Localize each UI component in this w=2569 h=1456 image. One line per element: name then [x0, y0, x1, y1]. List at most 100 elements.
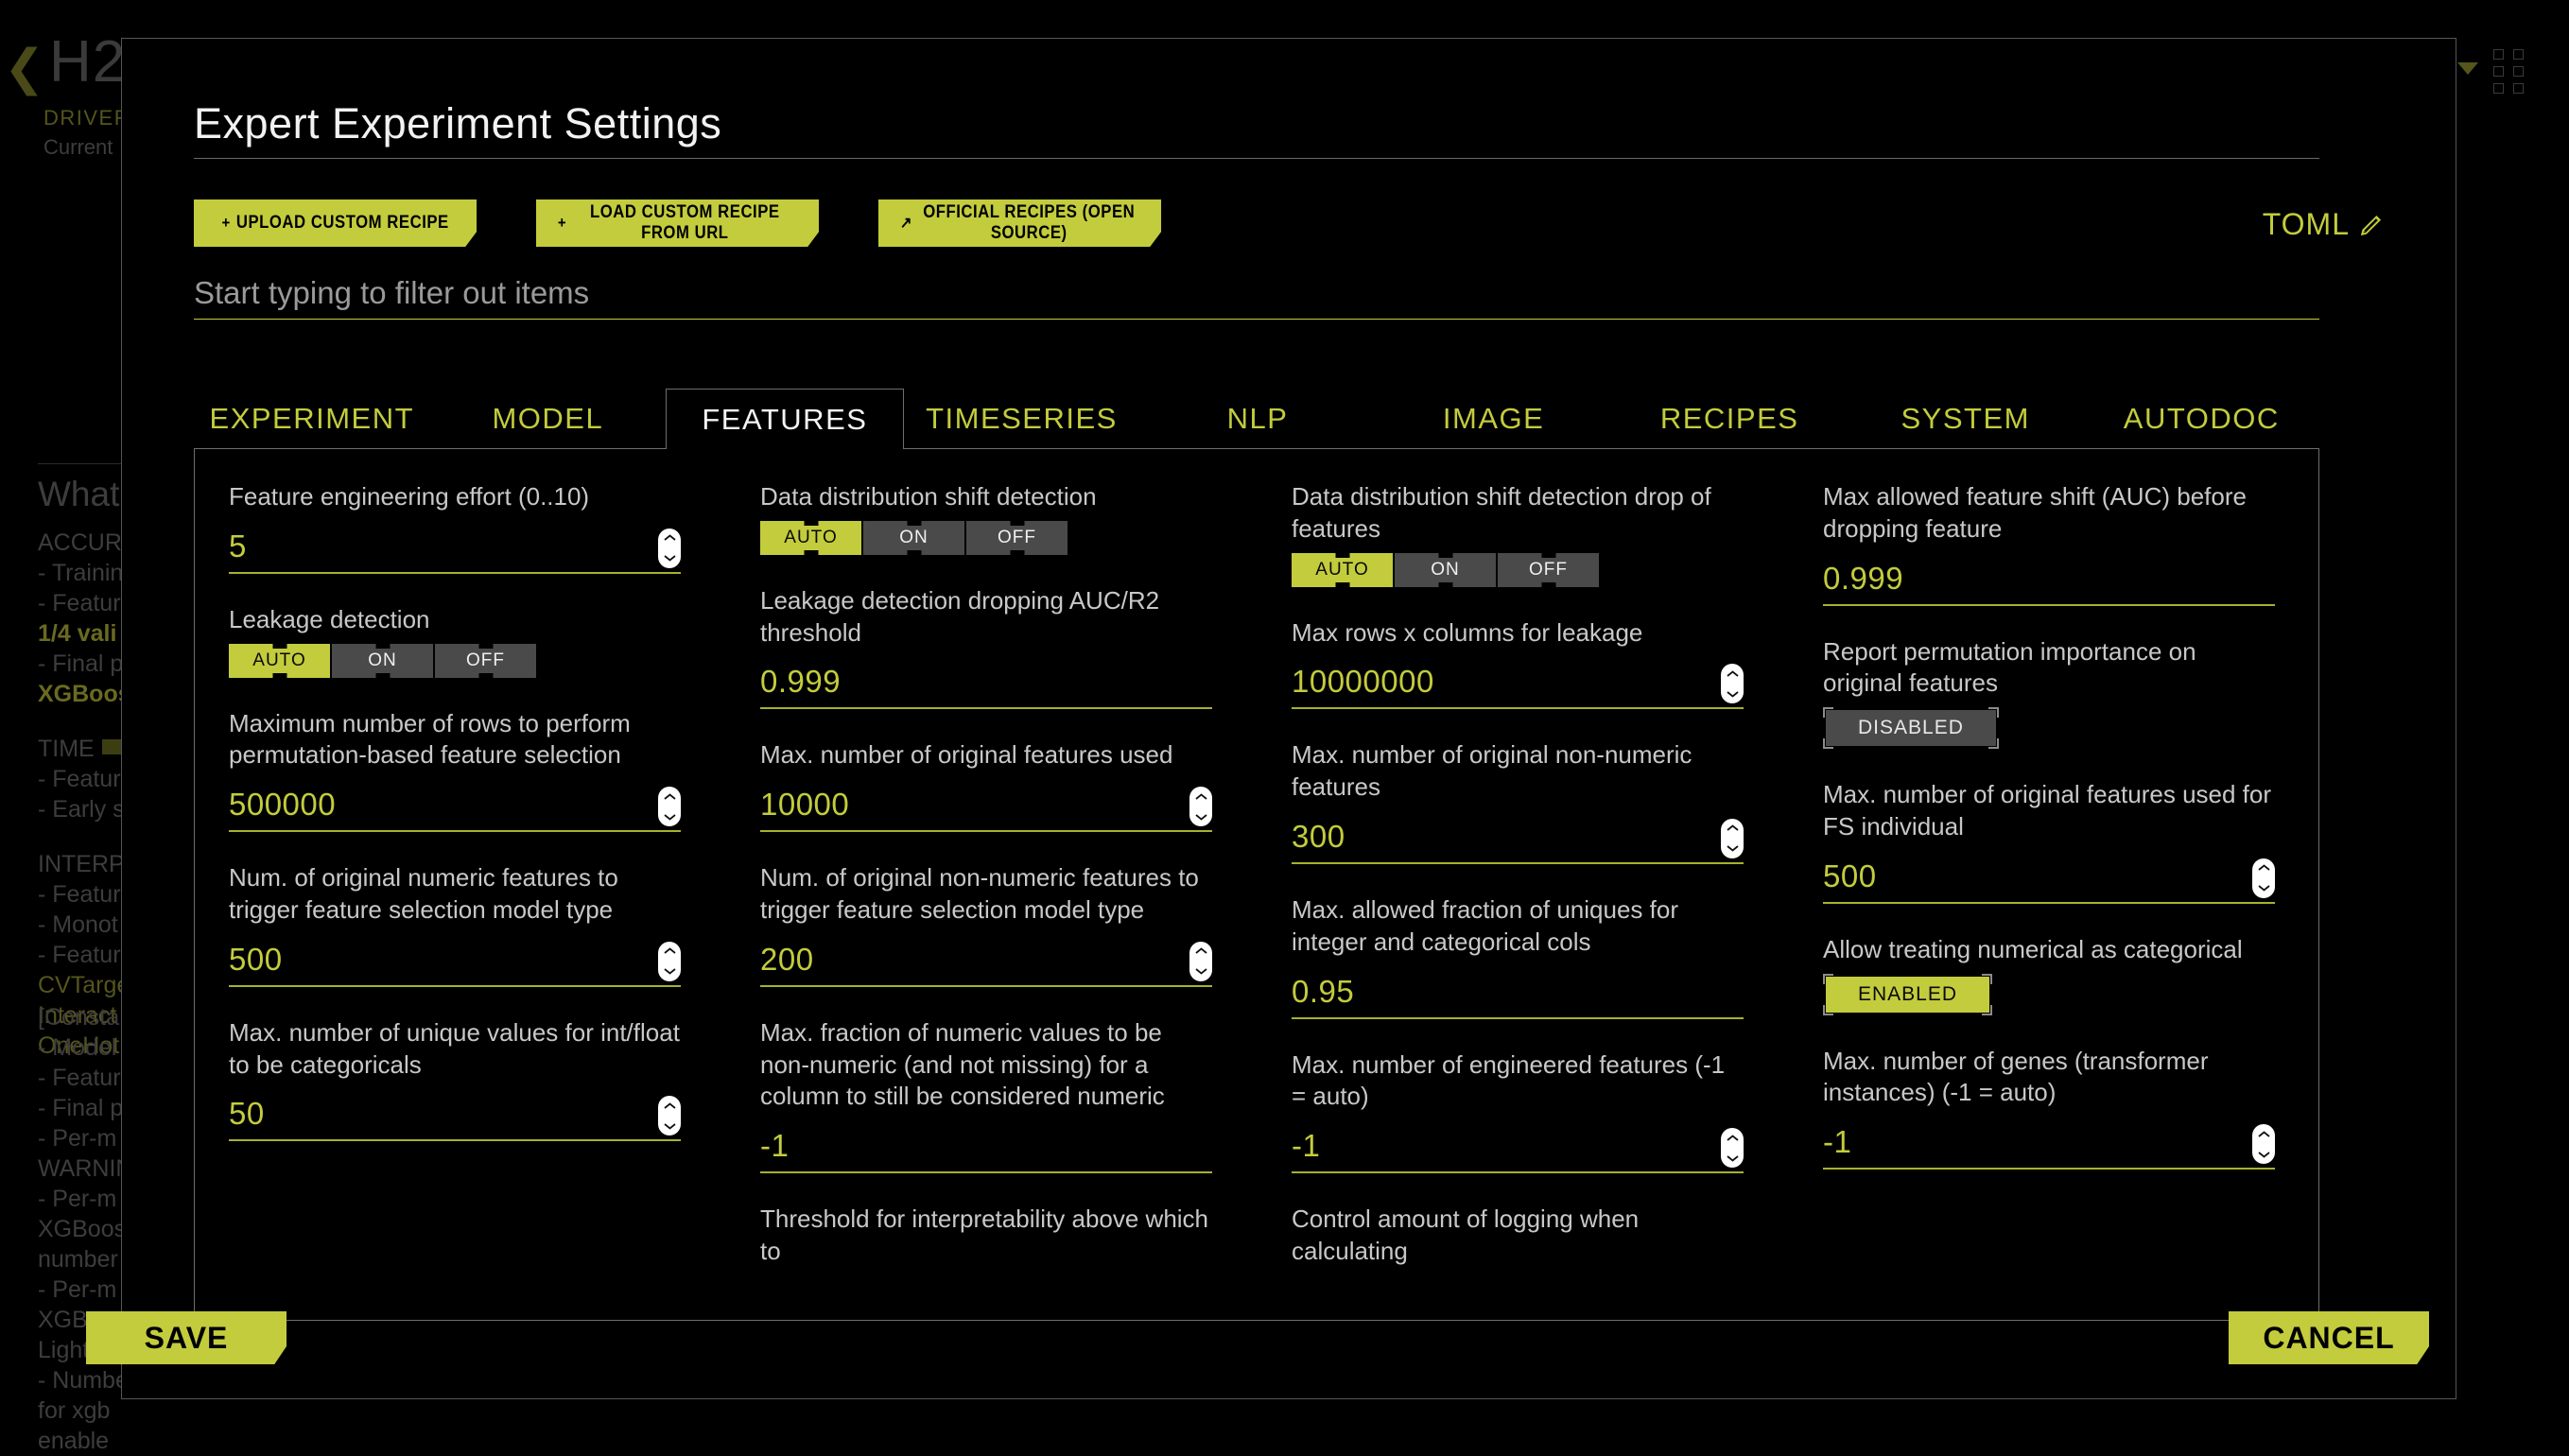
segment-on[interactable]: ON [332, 644, 433, 678]
bracket-toggle[interactable]: DISABLED [1823, 707, 1999, 749]
filter-input[interactable]: Start typing to filter out items [194, 275, 2319, 320]
tab-label: FEATURES [702, 403, 867, 437]
corner-bracket-bl [1823, 738, 1833, 749]
chevron-down-icon [664, 554, 676, 562]
recipe-button-3[interactable]: ↗OFFICIAL RECIPES (OPEN SOURCE) [878, 199, 1161, 247]
number-value: -1 [1292, 1128, 1320, 1164]
segment-off[interactable]: OFF [1498, 553, 1599, 587]
settings-column-c3: Data distribution shift detection drop o… [1258, 481, 1789, 1298]
tab-timeseries[interactable]: TIMESERIES [904, 389, 1140, 449]
cancel-button[interactable]: CANCEL [2229, 1311, 2429, 1364]
segment-off[interactable]: OFF [435, 644, 536, 678]
segment-auto[interactable]: AUTO [229, 644, 330, 678]
setting-field: Max. fraction of numeric values to be no… [760, 1017, 1212, 1173]
save-button[interactable]: SAVE [86, 1311, 286, 1364]
tab-system[interactable]: SYSTEM [1848, 389, 2084, 449]
background-block-line: enable [38, 1426, 435, 1456]
background-block-line: for xgb [38, 1395, 435, 1426]
number-value: 10000000 [1292, 664, 1434, 700]
number-stepper[interactable] [1721, 819, 1744, 858]
tab-nlp[interactable]: NLP [1139, 389, 1376, 449]
segment-on[interactable]: ON [863, 521, 964, 555]
chevron-up-icon [1727, 824, 1739, 832]
recipe-button-label: OFFICIAL RECIPES (OPEN SOURCE) [918, 202, 1139, 244]
number-input[interactable]: 500 [1823, 851, 2275, 904]
number-stepper[interactable] [1721, 664, 1744, 703]
setting-label: Report permutation importance on origina… [1823, 636, 2275, 701]
number-value: 10000 [760, 787, 849, 823]
tab-recipes[interactable]: RECIPES [1611, 389, 1848, 449]
number-stepper[interactable] [658, 1096, 681, 1135]
tab-model[interactable]: MODEL [430, 389, 667, 449]
recipe-button-2[interactable]: +LOAD CUSTOM RECIPE FROM URL [536, 199, 819, 247]
setting-field: Max rows x columns for leakage 10000000 [1292, 617, 1744, 710]
number-stepper[interactable] [2252, 1124, 2275, 1164]
recipe-button-label: LOAD CUSTOM RECIPE FROM URL [572, 202, 797, 244]
tab-label: AUTODOC [2124, 402, 2280, 436]
corner-bracket-tl [1823, 707, 1833, 718]
chevron-down-icon [664, 813, 676, 821]
recipe-button-1[interactable]: +UPLOAD CUSTOM RECIPE [194, 199, 477, 247]
setting-label: Max. number of genes (transformer instan… [1823, 1046, 2275, 1110]
number-input[interactable]: 10000 [760, 779, 1212, 832]
number-input[interactable]: 300 [1292, 811, 1744, 864]
number-stepper[interactable] [658, 942, 681, 981]
filter-underline [194, 319, 2319, 320]
segment-on[interactable]: ON [1395, 553, 1496, 587]
number-stepper[interactable] [1721, 1128, 1744, 1168]
chevron-down-icon [664, 967, 676, 975]
number-value: 0.999 [1823, 561, 1903, 597]
tab-experiment[interactable]: EXPERIMENT [194, 389, 430, 449]
segment-auto[interactable]: AUTO [1292, 553, 1393, 587]
setting-field: Max. number of engineered features (-1 =… [1292, 1049, 1744, 1174]
number-stepper[interactable] [1189, 942, 1212, 981]
number-stepper[interactable] [1189, 787, 1212, 826]
number-input[interactable]: 0.999 [760, 656, 1212, 709]
number-input[interactable]: 50 [229, 1088, 681, 1141]
number-input[interactable]: -1 [760, 1120, 1212, 1173]
recipe-button-label: UPLOAD CUSTOM RECIPE [236, 213, 449, 234]
toml-edit-control[interactable]: TOML [2263, 207, 2384, 242]
number-input[interactable]: 5 [229, 521, 681, 574]
chevron-up-icon [2258, 1131, 2270, 1138]
segment-auto[interactable]: AUTO [760, 521, 861, 555]
tab-image[interactable]: IMAGE [1376, 389, 1612, 449]
number-value: 0.95 [1292, 974, 1354, 1010]
setting-label: Max. fraction of numeric values to be no… [760, 1017, 1212, 1113]
segment-off[interactable]: OFF [966, 521, 1068, 555]
number-input[interactable]: -1 [1292, 1120, 1744, 1173]
chevron-up-icon [2258, 864, 2270, 872]
chevron-down-icon [664, 1122, 676, 1130]
settings-column-c4: Max allowed feature shift (AUC) before d… [1789, 481, 2319, 1298]
setting-field: Data distribution shift detection drop o… [1292, 481, 1744, 587]
number-stepper[interactable] [658, 529, 681, 568]
number-input[interactable]: 200 [760, 934, 1212, 987]
chevron-down-icon [1727, 1154, 1739, 1162]
grid-menu-icon[interactable] [2493, 49, 2524, 94]
number-input[interactable]: 0.95 [1292, 966, 1744, 1019]
pencil-icon[interactable] [2359, 213, 2384, 237]
tab-label: SYSTEM [1901, 402, 2029, 436]
number-input[interactable]: 10000000 [1292, 656, 1744, 709]
number-input[interactable]: 500 [229, 934, 681, 987]
setting-label: Max. number of engineered features (-1 =… [1292, 1049, 1744, 1114]
chevron-down-icon[interactable] [2457, 62, 2478, 75]
tab-features[interactable]: FEATURES [666, 389, 904, 449]
segmented-toggle: AUTOONOFF [760, 521, 1212, 555]
setting-label: Max rows x columns for leakage [1292, 617, 1744, 650]
number-stepper[interactable] [658, 787, 681, 826]
chevron-up-icon [664, 793, 676, 801]
app-logo: H2 [49, 28, 126, 95]
number-input[interactable]: 0.999 [1823, 553, 2275, 606]
bracket-toggle[interactable]: ENABLED [1823, 974, 1992, 1015]
setting-label: Max. number of original non-numeric feat… [1292, 739, 1744, 804]
chevron-left-icon[interactable]: ❮ [4, 43, 45, 93]
segment-label: ON [368, 650, 397, 671]
tab-autodoc[interactable]: AUTODOC [2084, 389, 2320, 449]
setting-label: Max. number of original features used fo… [1823, 779, 2275, 843]
number-stepper[interactable] [2252, 858, 2275, 898]
number-input[interactable]: -1 [1823, 1117, 2275, 1170]
setting-label: Maximum number of rows to perform permut… [229, 708, 681, 772]
segmented-toggle: AUTOONOFF [1292, 553, 1744, 587]
number-input[interactable]: 500000 [229, 779, 681, 832]
